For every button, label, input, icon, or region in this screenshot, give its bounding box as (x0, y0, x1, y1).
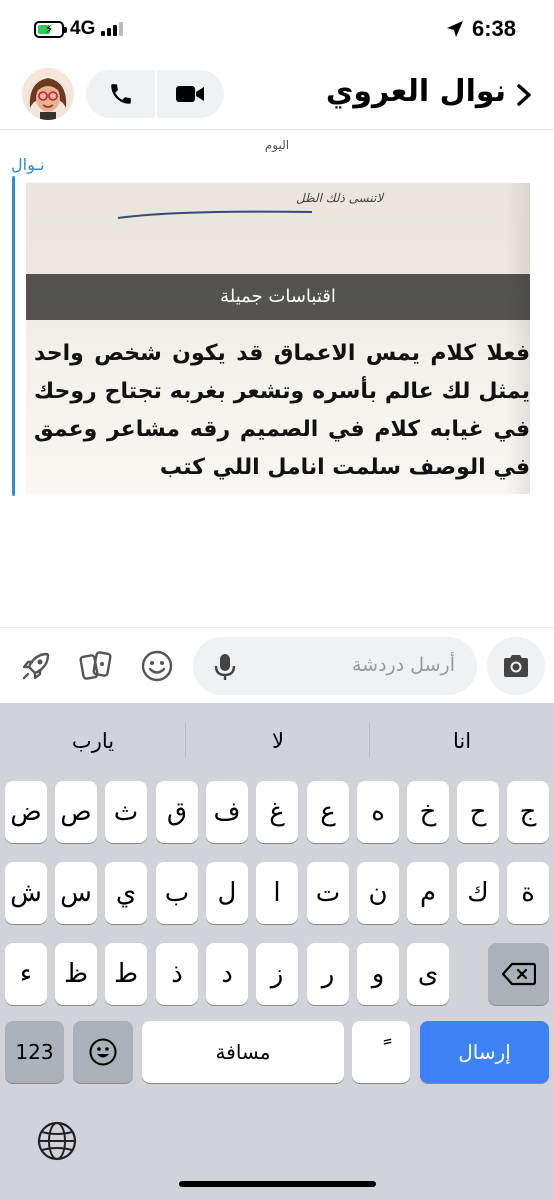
rocket-button[interactable] (16, 646, 56, 686)
key-kaf[interactable]: ك (457, 862, 499, 924)
suggestion-2[interactable]: لا (186, 703, 370, 777)
clock: 6:38 (471, 16, 516, 41)
key-qaf[interactable]: ق (156, 781, 198, 843)
keyboard: انا لا يارب ج ح خ ه ع غ ف ق ث ص ض ة ك م … (0, 703, 554, 1200)
voice-call-button[interactable] (86, 70, 155, 118)
key-meem[interactable]: م (407, 862, 449, 924)
key-taa[interactable]: ت (307, 862, 349, 924)
send-key[interactable]: إرسال (420, 1021, 549, 1083)
key-lam[interactable]: ل (206, 862, 248, 924)
key-zaa[interactable]: ظ (55, 943, 97, 1005)
suggestion-1[interactable]: انا (370, 703, 554, 777)
key-noon[interactable]: ن (357, 862, 399, 924)
suggestion-bar: انا لا يارب (0, 703, 554, 777)
key-yaa[interactable]: ي (105, 862, 147, 924)
key-baa[interactable]: ب (156, 862, 198, 924)
emoji-icon (89, 1038, 117, 1066)
key-taa-marbuta[interactable]: ة (507, 862, 549, 924)
status-bar: ⚡ 4G 6:38 (0, 0, 554, 60)
key-sheen[interactable]: ش (5, 862, 47, 924)
page-edge (506, 183, 530, 494)
backspace-key[interactable] (488, 943, 549, 1005)
key-dal[interactable]: د (206, 943, 248, 1005)
key-dad[interactable]: ض (5, 781, 47, 843)
snap-text: فعلا كلام يمس الاعماق قد يكون شخص واحد ي… (34, 341, 530, 480)
key-ha[interactable]: ه (357, 781, 399, 843)
key-ain[interactable]: ع (307, 781, 349, 843)
key-raa[interactable]: ر (307, 943, 349, 1005)
key-hamza[interactable]: ء (5, 943, 47, 1005)
battery-icon: ⚡ (34, 20, 67, 38)
backspace-icon (501, 962, 536, 986)
key-jeem[interactable]: ج (507, 781, 549, 843)
microphone-icon[interactable] (213, 652, 237, 682)
emoji-key[interactable] (73, 1021, 133, 1083)
chat-header: نوال العروي (0, 60, 554, 130)
key-zay[interactable]: ز (256, 943, 298, 1005)
chat-input[interactable]: أرسل دردشة (193, 637, 477, 695)
snap-message[interactable]: لاتنسى ذلك الظل اقتباسات جميلة فعلا كلام… (26, 183, 530, 494)
status-left: ⚡ 4G (34, 18, 124, 40)
smile-icon (141, 650, 173, 682)
video-icon (175, 86, 204, 102)
key-khaa[interactable]: خ (407, 781, 449, 843)
chevron-left-icon[interactable] (512, 81, 536, 109)
camera-icon (504, 655, 528, 677)
network-label: 4G (70, 18, 96, 39)
key-thal[interactable]: ذ (156, 943, 198, 1005)
key-taa-heavy[interactable]: ط (105, 943, 147, 1005)
cards-button[interactable] (76, 646, 116, 686)
chat-input-placeholder: أرسل دردشة (351, 654, 455, 676)
key-ghain[interactable]: غ (256, 781, 298, 843)
call-actions (86, 70, 224, 118)
sender-name: نـوال (11, 155, 45, 174)
key-haa[interactable]: ح (457, 781, 499, 843)
key-sad[interactable]: ص (55, 781, 97, 843)
space-key[interactable]: مسافة (142, 1021, 344, 1083)
key-alef[interactable]: ا (256, 862, 298, 924)
handwritten-line (117, 210, 313, 219)
key-alef-maqsura[interactable]: ى (407, 943, 449, 1005)
emoji-button[interactable] (137, 646, 177, 686)
contact-name[interactable]: نوال العروي (326, 74, 506, 109)
signal-icon (101, 22, 124, 36)
key-seen[interactable]: س (55, 862, 97, 924)
cards-icon (79, 651, 112, 680)
suggestion-3[interactable]: يارب (1, 703, 185, 777)
key-faa[interactable]: ف (206, 781, 248, 843)
key-thaa[interactable]: ث (105, 781, 147, 843)
key-waw[interactable]: و (357, 943, 399, 1005)
numbers-key[interactable]: 123 (5, 1021, 64, 1083)
rocket-icon (22, 652, 50, 680)
camera-button[interactable] (487, 637, 545, 695)
phone-icon (110, 84, 131, 104)
snap-handwriting: لاتنسى ذلك الظل (296, 191, 384, 205)
snap-caption: اقتباسات جميلة (26, 274, 530, 320)
globe-icon[interactable] (36, 1120, 78, 1162)
day-label: اليوم (264, 138, 290, 152)
chat-input-bar: أرسل دردشة (0, 627, 554, 703)
video-call-button[interactable] (155, 70, 224, 118)
home-indicator (179, 1181, 376, 1187)
diacritic-key[interactable]: ً (352, 1021, 410, 1083)
bitmoji-avatar[interactable] (22, 68, 74, 120)
message-bar (12, 176, 15, 496)
status-right: 6:38 (446, 16, 516, 42)
location-arrow-icon (446, 21, 463, 37)
